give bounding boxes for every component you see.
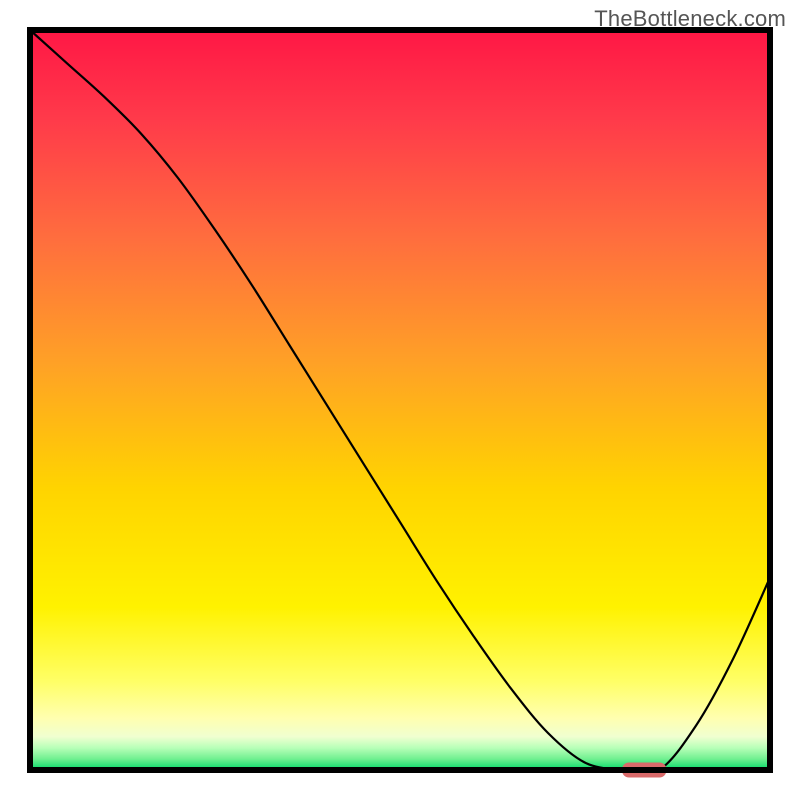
watermark-text: TheBottleneck.com <box>594 6 786 32</box>
chart-svg <box>0 0 800 800</box>
bottleneck-chart: TheBottleneck.com <box>0 0 800 800</box>
plot-area <box>30 30 770 778</box>
gradient-background <box>30 30 770 770</box>
